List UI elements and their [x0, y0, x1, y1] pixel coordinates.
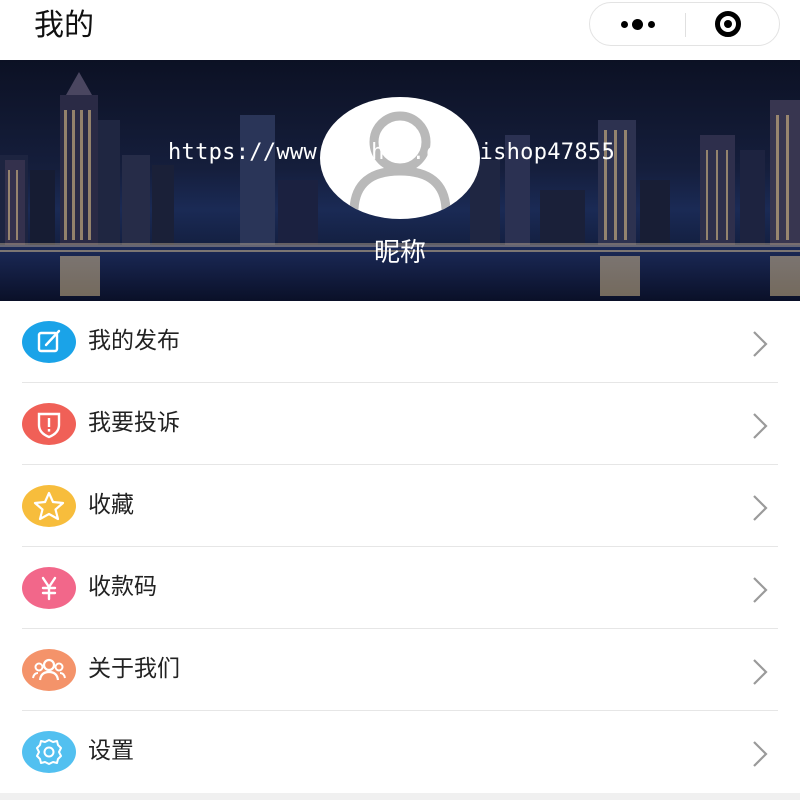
watermark-text: https://www.huzhan.com/ishop47855 — [168, 140, 615, 165]
chevron-right-icon — [753, 659, 768, 685]
group-icon — [22, 649, 76, 691]
gear-icon — [22, 731, 76, 773]
menu-item-label: 我的发布 — [88, 328, 180, 354]
chevron-right-icon — [753, 741, 768, 767]
menu-list: 我的发布 我要投诉 收藏 收款码 关于我们 设置 — [0, 301, 800, 793]
menu-item-label: 关于我们 — [88, 656, 180, 682]
menu-item-payment-code[interactable]: 收款码 — [0, 547, 800, 629]
more-button[interactable] — [590, 3, 685, 45]
target-close-icon — [715, 11, 741, 37]
star-icon — [22, 485, 76, 527]
bottom-divider-strip — [0, 793, 800, 800]
profile-banner: https://www.huzhan.com/ishop47855 昵称 — [0, 60, 800, 301]
menu-item-favorites[interactable]: 收藏 — [0, 465, 800, 547]
shield-alert-icon — [22, 403, 76, 445]
close-button[interactable] — [686, 3, 779, 45]
menu-item-my-posts[interactable]: 我的发布 — [0, 301, 800, 383]
page-title: 我的 — [34, 8, 94, 43]
menu-item-label: 收藏 — [88, 492, 134, 518]
chevron-right-icon — [753, 331, 768, 357]
menu-item-label: 设置 — [88, 738, 134, 764]
menu-item-complaint[interactable]: 我要投诉 — [0, 383, 800, 465]
user-nickname[interactable]: 昵称 — [0, 232, 800, 269]
chevron-right-icon — [753, 495, 768, 521]
yen-icon — [22, 567, 76, 609]
mini-program-capsule — [589, 2, 780, 46]
chevron-right-icon — [753, 413, 768, 439]
edit-icon — [22, 321, 76, 363]
menu-item-settings[interactable]: 设置 — [0, 711, 800, 793]
menu-item-about-us[interactable]: 关于我们 — [0, 629, 800, 711]
top-navigation-bar: 我的 — [0, 0, 800, 60]
menu-item-label: 我要投诉 — [88, 410, 180, 436]
chevron-right-icon — [753, 577, 768, 603]
menu-item-label: 收款码 — [88, 574, 157, 600]
